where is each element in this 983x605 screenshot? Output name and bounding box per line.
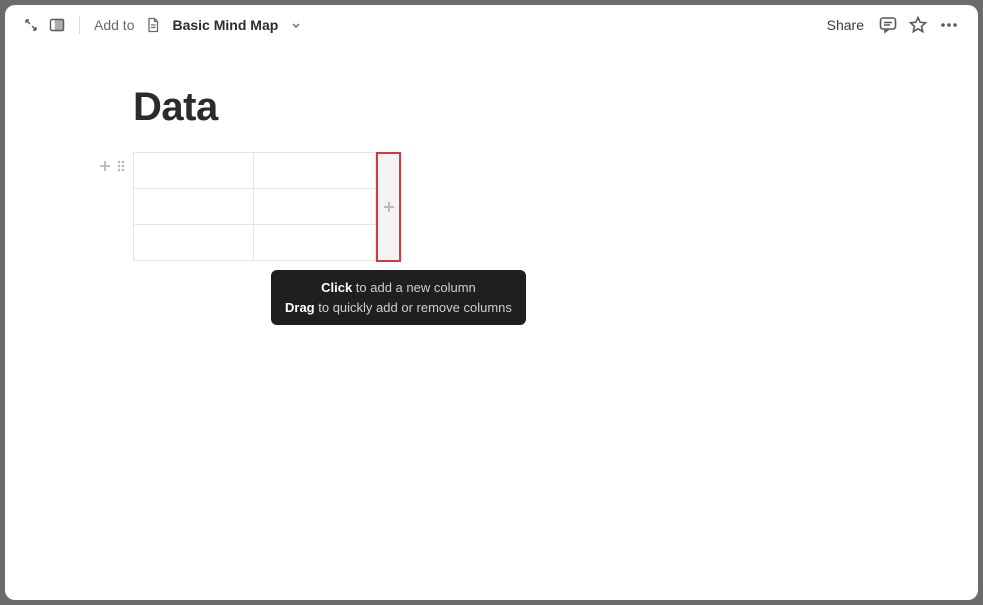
page-content: Data bbox=[5, 45, 978, 262]
separator bbox=[79, 16, 80, 34]
table-row bbox=[134, 225, 376, 261]
tooltip-click-rest: to add a new column bbox=[352, 280, 476, 295]
breadcrumb-title[interactable]: Basic Mind Map bbox=[172, 17, 278, 33]
expand-diagonal-icon[interactable] bbox=[23, 17, 39, 33]
add-column-button[interactable] bbox=[376, 152, 401, 262]
star-icon[interactable] bbox=[908, 15, 928, 35]
row-controls bbox=[97, 158, 127, 174]
tooltip-drag-bold: Drag bbox=[285, 300, 315, 315]
table-cell[interactable] bbox=[134, 189, 254, 225]
topbar: Add to Basic Mind Map Share bbox=[5, 5, 978, 45]
page-title: Data bbox=[133, 85, 868, 130]
peek-panel-icon[interactable] bbox=[49, 18, 65, 32]
topbar-left: Add to Basic Mind Map bbox=[23, 16, 302, 34]
table-cell[interactable] bbox=[254, 153, 376, 189]
tooltip-line-2: Drag to quickly add or remove columns bbox=[285, 298, 512, 318]
drag-handle-icon[interactable] bbox=[115, 158, 127, 174]
simple-table[interactable] bbox=[133, 152, 376, 261]
share-button[interactable]: Share bbox=[827, 17, 864, 33]
addto-label[interactable]: Add to bbox=[94, 17, 134, 33]
more-icon[interactable] bbox=[938, 15, 960, 35]
comments-icon[interactable] bbox=[878, 15, 898, 35]
app-window: Add to Basic Mind Map Share bbox=[5, 5, 978, 600]
tooltip-drag-rest: to quickly add or remove columns bbox=[315, 300, 512, 315]
table-cell[interactable] bbox=[134, 225, 254, 261]
table-row bbox=[134, 153, 376, 189]
table-wrap: Click to add a new column Drag to quickl… bbox=[133, 152, 868, 262]
table-row bbox=[134, 189, 376, 225]
table-cell[interactable] bbox=[254, 225, 376, 261]
add-column-tooltip: Click to add a new column Drag to quickl… bbox=[271, 270, 526, 325]
tooltip-line-1: Click to add a new column bbox=[285, 278, 512, 298]
table-cell[interactable] bbox=[254, 189, 376, 225]
table-cell[interactable] bbox=[134, 153, 254, 189]
doc-icon bbox=[146, 17, 160, 33]
tooltip-click-bold: Click bbox=[321, 280, 352, 295]
chevron-down-icon[interactable] bbox=[290, 19, 302, 31]
plus-icon bbox=[382, 200, 396, 214]
add-row-icon[interactable] bbox=[97, 158, 113, 174]
